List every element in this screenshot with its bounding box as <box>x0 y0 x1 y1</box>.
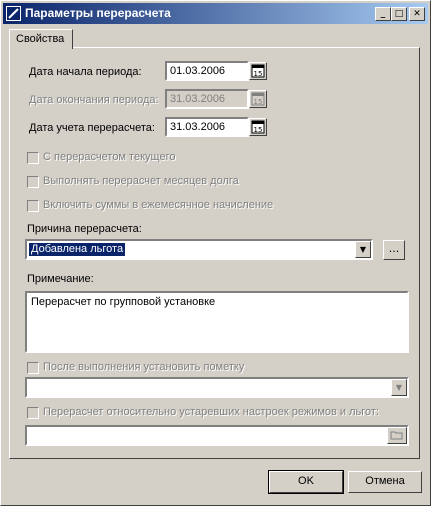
checkbox-after-mark[interactable] <box>27 362 39 374</box>
checkbox-monthly-label: Включить суммы в ежемесячное начисление <box>43 199 274 211</box>
outdated-open-button[interactable] <box>387 427 407 444</box>
outdated-input[interactable] <box>25 425 409 446</box>
minimize-button[interactable]: _ <box>375 7 391 21</box>
title-bar[interactable]: Параметры перерасчета _ □ ✕ <box>3 3 428 24</box>
reason-label: Причина перерасчета: <box>27 223 142 235</box>
app-icon <box>6 6 21 21</box>
close-button[interactable]: ✕ <box>409 7 425 21</box>
calendar-number: 15 <box>254 70 263 78</box>
recalc-date-calendar-button[interactable]: 15 <box>249 118 267 136</box>
period-start-input[interactable]: 01.03.2006 <box>165 61 249 81</box>
checkbox-current[interactable] <box>27 152 39 164</box>
calendar-icon: 15 <box>251 64 265 78</box>
calendar-number: 15 <box>254 126 263 134</box>
ok-button[interactable]: OK <box>268 470 344 494</box>
maximize-button[interactable]: □ <box>391 7 407 21</box>
checkbox-debt-months-label: Выполнять перерасчет месяцев долга <box>43 175 239 187</box>
maximize-icon: □ <box>394 9 404 19</box>
dialog-window: Параметры перерасчета _ □ ✕ Свойства Дат… <box>0 0 431 506</box>
after-mark-dropdown-button[interactable]: ▼ <box>391 379 407 396</box>
calendar-number: 15 <box>254 98 263 106</box>
checkbox-monthly[interactable] <box>27 200 39 212</box>
after-mark-select[interactable]: ▼ <box>25 377 409 398</box>
period-end-calendar-button[interactable]: 15 <box>249 90 267 108</box>
reason-dropdown-button[interactable]: ▼ <box>355 241 371 258</box>
period-end-label: Дата окончания периода: <box>29 94 159 106</box>
folder-icon <box>390 431 403 440</box>
checkbox-after-mark-label: После выполнения установить пометку <box>43 361 245 373</box>
period-start-label: Дата начала периода: <box>29 66 142 78</box>
close-icon: ✕ <box>413 9 421 19</box>
recalc-date-label: Дата учета перерасчета: <box>29 122 155 134</box>
note-label: Примечание: <box>27 273 94 285</box>
reason-selected-value: Добавлена льгота <box>29 243 126 256</box>
checkbox-debt-months[interactable] <box>27 176 39 188</box>
chevron-down-icon: ▼ <box>395 383 403 392</box>
period-start-calendar-button[interactable]: 15 <box>249 62 267 80</box>
cancel-button[interactable]: Отмена <box>348 471 422 493</box>
minimize-icon: _ <box>380 9 386 19</box>
recalc-date-input[interactable]: 31.03.2006 <box>165 117 249 137</box>
period-end-input[interactable]: 31.03.2006 <box>165 89 249 109</box>
tab-properties[interactable]: Свойства <box>9 29 73 49</box>
checkbox-outdated[interactable] <box>27 407 39 419</box>
calendar-icon: 15 <box>251 92 265 106</box>
checkbox-outdated-label: Перерасчет относительно устаревших настр… <box>43 406 380 418</box>
chevron-down-icon: ▼ <box>359 245 367 254</box>
calendar-icon: 15 <box>251 120 265 134</box>
window-title: Параметры перерасчета <box>25 6 171 20</box>
reason-browse-button[interactable]: ... <box>383 240 405 260</box>
checkbox-current-label: С перерасчетом текущего <box>43 151 176 163</box>
note-textarea[interactable]: Перерасчет по групповой установке <box>25 291 409 353</box>
reason-select[interactable]: Добавлена льгота ▼ <box>25 239 373 260</box>
